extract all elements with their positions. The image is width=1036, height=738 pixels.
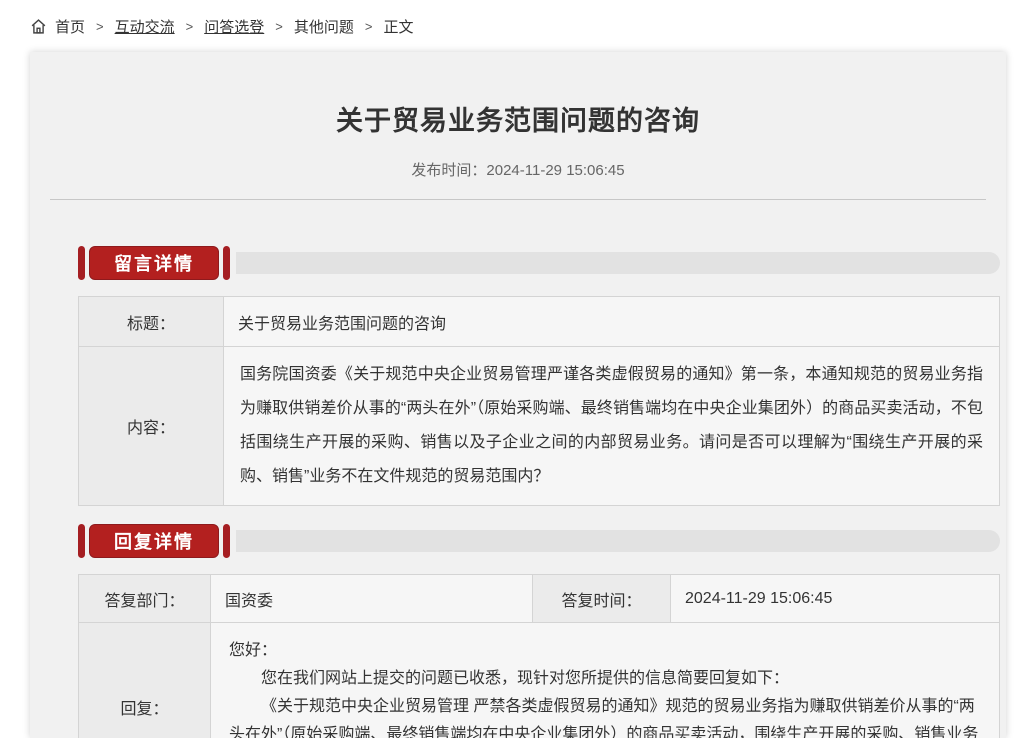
home-icon[interactable] xyxy=(30,18,47,35)
breadcrumb-separator: > xyxy=(186,19,194,34)
reply-section-badge: 回复详情 xyxy=(89,524,219,558)
row-label-dept: 答复部门： xyxy=(79,575,211,622)
publish-time: 发布时间：2024-11-29 15:06:45 xyxy=(30,159,1006,180)
table-row-content: 内容： 国务院国资委《关于规范中央企业贸易管理严谨各类虚假贸易的通知》第一条，本… xyxy=(79,347,999,505)
row-label-reply: 回复： xyxy=(79,623,211,738)
table-row-reply-meta: 答复部门： 国资委 答复时间： 2024-11-29 15:06:45 xyxy=(79,575,999,623)
title-divider xyxy=(50,199,986,200)
row-label-reply-time: 答复时间： xyxy=(533,575,671,622)
breadcrumb-item-home[interactable]: 首页 xyxy=(55,16,85,37)
badge-right-bar xyxy=(223,524,230,558)
row-value-dept: 国资委 xyxy=(211,575,533,622)
badge-left-bar xyxy=(78,246,85,280)
row-value-reply-time: 2024-11-29 15:06:45 xyxy=(671,575,999,622)
reply-paragraph: 您好： xyxy=(229,637,981,665)
badge-left-bar xyxy=(78,524,85,558)
row-value-content: 国务院国资委《关于规范中央企业贸易管理严谨各类虚假贸易的通知》第一条，本通知规范… xyxy=(224,347,999,505)
reply-paragraph: 《关于规范中央企业贸易管理 严禁各类虚假贸易的通知》规范的贸易业务指为赚取供销差… xyxy=(229,693,981,738)
section-header-message: 留言详情 xyxy=(78,246,1000,280)
row-label-content: 内容： xyxy=(79,347,224,505)
row-label-title: 标题： xyxy=(79,297,224,346)
reply-paragraph: 您在我们网站上提交的问题已收悉，现针对您所提供的信息简要回复如下： xyxy=(229,665,981,693)
page-title: 关于贸易业务范围问题的咨询 xyxy=(30,52,1006,138)
table-row-reply: 回复： 您好： 您在我们网站上提交的问题已收悉，现针对您所提供的信息简要回复如下… xyxy=(79,623,999,738)
content-panel: 关于贸易业务范围问题的咨询 发布时间：2024-11-29 15:06:45 留… xyxy=(30,52,1006,738)
row-value-title: 关于贸易业务范围问题的咨询 xyxy=(224,297,999,346)
breadcrumb-separator: > xyxy=(275,19,283,34)
breadcrumb-item-qa[interactable]: 问答选登 xyxy=(204,16,264,37)
message-section-badge: 留言详情 xyxy=(89,246,219,280)
reply-table: 答复部门： 国资委 答复时间： 2024-11-29 15:06:45 回复： … xyxy=(78,574,1000,738)
badge-right-bar xyxy=(223,246,230,280)
section-header-track xyxy=(236,252,1000,274)
message-table: 标题： 关于贸易业务范围问题的咨询 内容： 国务院国资委《关于规范中央企业贸易管… xyxy=(78,296,1000,506)
breadcrumb-separator: > xyxy=(96,19,104,34)
row-value-reply: 您好： 您在我们网站上提交的问题已收悉，现针对您所提供的信息简要回复如下： 《关… xyxy=(211,623,999,738)
breadcrumb-item-interaction[interactable]: 互动交流 xyxy=(115,16,175,37)
breadcrumb-item-other[interactable]: 其他问题 xyxy=(294,16,354,37)
breadcrumb-separator: > xyxy=(365,19,373,34)
section-header-track xyxy=(236,530,1000,552)
section-header-reply: 回复详情 xyxy=(78,524,1000,558)
breadcrumb-item-current: 正文 xyxy=(383,16,413,37)
breadcrumb: 首页 > 互动交流 > 问答选登 > 其他问题 > 正文 xyxy=(0,0,1036,52)
table-row-title: 标题： 关于贸易业务范围问题的咨询 xyxy=(79,297,999,347)
